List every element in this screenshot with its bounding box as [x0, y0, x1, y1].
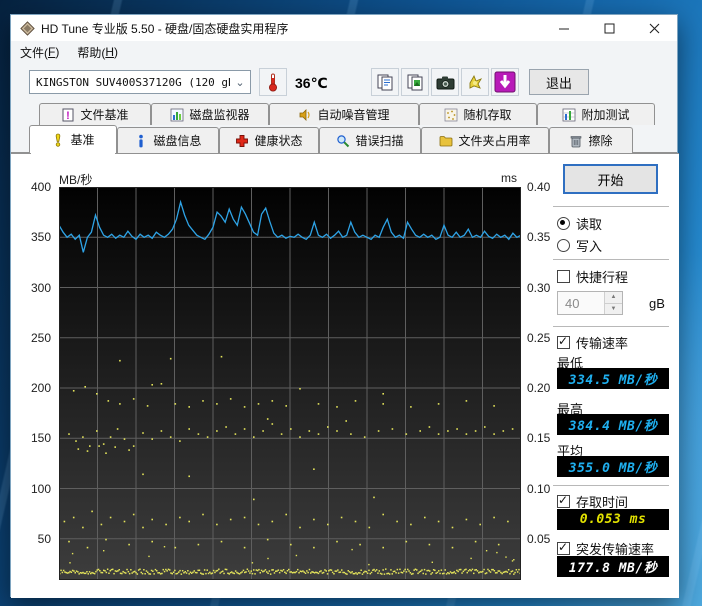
exit-button[interactable]: 退出	[529, 69, 589, 95]
tab-benchmark[interactable]: 基准	[29, 125, 117, 153]
start-button[interactable]: 开始	[563, 164, 658, 194]
right-axis-tick: 0.25	[527, 331, 550, 345]
drive-select-value: KINGSTON SUV400S37120G (120 gB)	[30, 76, 230, 89]
spinner-down-icon[interactable]: ▼	[605, 304, 622, 315]
tab-error-scan[interactable]: 错误扫描	[319, 127, 421, 153]
access-time-box[interactable]	[557, 495, 570, 508]
update-button[interactable]	[491, 68, 519, 96]
health-cross-icon	[235, 134, 249, 148]
left-axis-tick: 250	[31, 331, 51, 345]
chevron-down-icon: ⌄	[230, 76, 250, 89]
spinner-unit: gB	[649, 296, 665, 311]
short-stroke-box[interactable]	[557, 270, 570, 283]
left-axis-tick: 200	[31, 381, 51, 395]
menubar: 文件(F) 帮助(H)	[11, 41, 677, 64]
right-axis-title: ms	[501, 171, 517, 185]
read-radio[interactable]: 读取	[557, 214, 602, 233]
close-icon[interactable]	[632, 15, 677, 41]
read-radio-circle[interactable]	[557, 217, 570, 230]
tab-health[interactable]: 健康状态	[219, 127, 319, 153]
extra-tests-icon	[562, 108, 576, 122]
tab-random-access[interactable]: 随机存取	[419, 103, 537, 125]
short-stroke-spinner[interactable]: 40 ▲ ▼	[557, 291, 623, 315]
tab-erase[interactable]: 擦除	[549, 127, 633, 153]
copy-image-icon	[406, 73, 424, 91]
spinner-up-icon[interactable]: ▲	[605, 292, 622, 304]
folder-icon	[439, 134, 453, 148]
titlebar: HD Tune 专业版 5.50 - 硬盘/固态硬盘实用程序	[11, 15, 677, 41]
copy-text-button[interactable]	[371, 68, 399, 96]
tab-disk-info[interactable]: 磁盘信息	[117, 127, 219, 153]
max-value: 384.4 MB/秒	[557, 414, 669, 435]
disk-monitor-icon	[170, 108, 184, 122]
access-time-value: 0.053 ms	[557, 509, 669, 530]
svg-text:!: !	[67, 110, 71, 122]
magnifier-icon	[336, 134, 350, 148]
transfer-rate-checkbox[interactable]: 传输速率	[557, 333, 628, 352]
disk-info-icon	[134, 134, 148, 148]
transfer-rate-box[interactable]	[557, 336, 570, 349]
hdtune-window: HD Tune 专业版 5.50 - 硬盘/固态硬盘实用程序 文件(F) 帮助(…	[10, 14, 678, 597]
left-axis-tick: 50	[38, 532, 51, 546]
save-screenshot-button[interactable]	[461, 68, 489, 96]
burst-rate-box[interactable]	[557, 542, 570, 555]
thermometer-icon	[267, 72, 279, 92]
avg-value: 355.0 MB/秒	[557, 456, 669, 477]
tabstrip: ! 文件基准 磁盘监视器 自动噪音管理 随机存取 附加测试	[11, 101, 677, 153]
menu-file[interactable]: 文件(F)	[11, 41, 68, 63]
temperature-button[interactable]	[259, 68, 287, 96]
left-axis-tick: 150	[31, 431, 51, 445]
benchmark-chart	[59, 187, 521, 580]
tab-aam[interactable]: 自动噪音管理	[269, 103, 419, 125]
separator	[553, 206, 669, 207]
screenshot-button[interactable]	[431, 68, 459, 96]
right-axis-tick: 0.05	[527, 532, 550, 546]
left-axis-title: MB/秒	[59, 171, 92, 188]
hdtune-logo-icon	[20, 21, 35, 36]
save-screenshot-icon	[466, 73, 484, 91]
trash-icon	[569, 134, 583, 148]
speaker-icon	[298, 108, 312, 122]
min-value: 334.5 MB/秒	[557, 368, 669, 389]
benchmark-icon	[51, 133, 65, 147]
burst-rate-value: 177.8 MB/秒	[557, 556, 669, 577]
camera-icon	[436, 75, 455, 90]
maximize-icon[interactable]	[587, 15, 632, 41]
update-icon	[494, 71, 516, 93]
left-axis-ticks: 40035030025020015010050	[11, 187, 53, 580]
copy-text-icon	[376, 73, 394, 91]
tab-folder-usage[interactable]: 文件夹占用率	[421, 127, 549, 153]
spinner-value: 40	[558, 292, 604, 314]
toolbar: KINGSTON SUV400S37120G (120 gB) ⌄ 36℃	[11, 63, 677, 101]
separator	[553, 326, 669, 327]
drive-select[interactable]: KINGSTON SUV400S37120G (120 gB) ⌄	[29, 70, 251, 94]
tab-file-benchmark[interactable]: ! 文件基准	[39, 103, 151, 125]
left-axis-tick: 100	[31, 482, 51, 496]
benchmark-page: MB/秒 ms 400 350 300 250 200 150 100 50 0.40 0.35…	[11, 153, 679, 598]
minimize-icon[interactable]	[542, 15, 587, 41]
short-stroke-checkbox[interactable]: 快捷行程	[557, 267, 628, 286]
left-axis-tick: 350	[31, 230, 51, 244]
tab-extra-tests[interactable]: 附加测试	[537, 103, 655, 125]
file-benchmark-icon: !	[61, 108, 75, 122]
window-title: HD Tune 专业版 5.50 - 硬盘/固态硬盘实用程序	[41, 20, 288, 37]
right-axis-tick: 0.35	[527, 230, 550, 244]
random-access-icon	[444, 108, 458, 122]
menu-help[interactable]: 帮助(H)	[68, 41, 127, 63]
write-radio-circle[interactable]	[557, 239, 570, 252]
left-axis-tick: 400	[31, 180, 51, 194]
right-axis-tick: 0.30	[527, 281, 550, 295]
copy-image-button[interactable]	[401, 68, 429, 96]
tab-disk-monitor[interactable]: 磁盘监视器	[151, 103, 269, 125]
left-axis-tick: 300	[31, 281, 51, 295]
temperature-value: 36℃	[295, 75, 328, 92]
right-axis-tick: 0.40	[527, 180, 550, 194]
write-radio[interactable]: 写入	[557, 236, 602, 255]
separator	[553, 485, 669, 486]
separator	[553, 259, 669, 260]
right-axis-tick: 0.10	[527, 482, 550, 496]
right-axis-tick: 0.20	[527, 381, 550, 395]
right-axis-tick: 0.15	[527, 431, 550, 445]
